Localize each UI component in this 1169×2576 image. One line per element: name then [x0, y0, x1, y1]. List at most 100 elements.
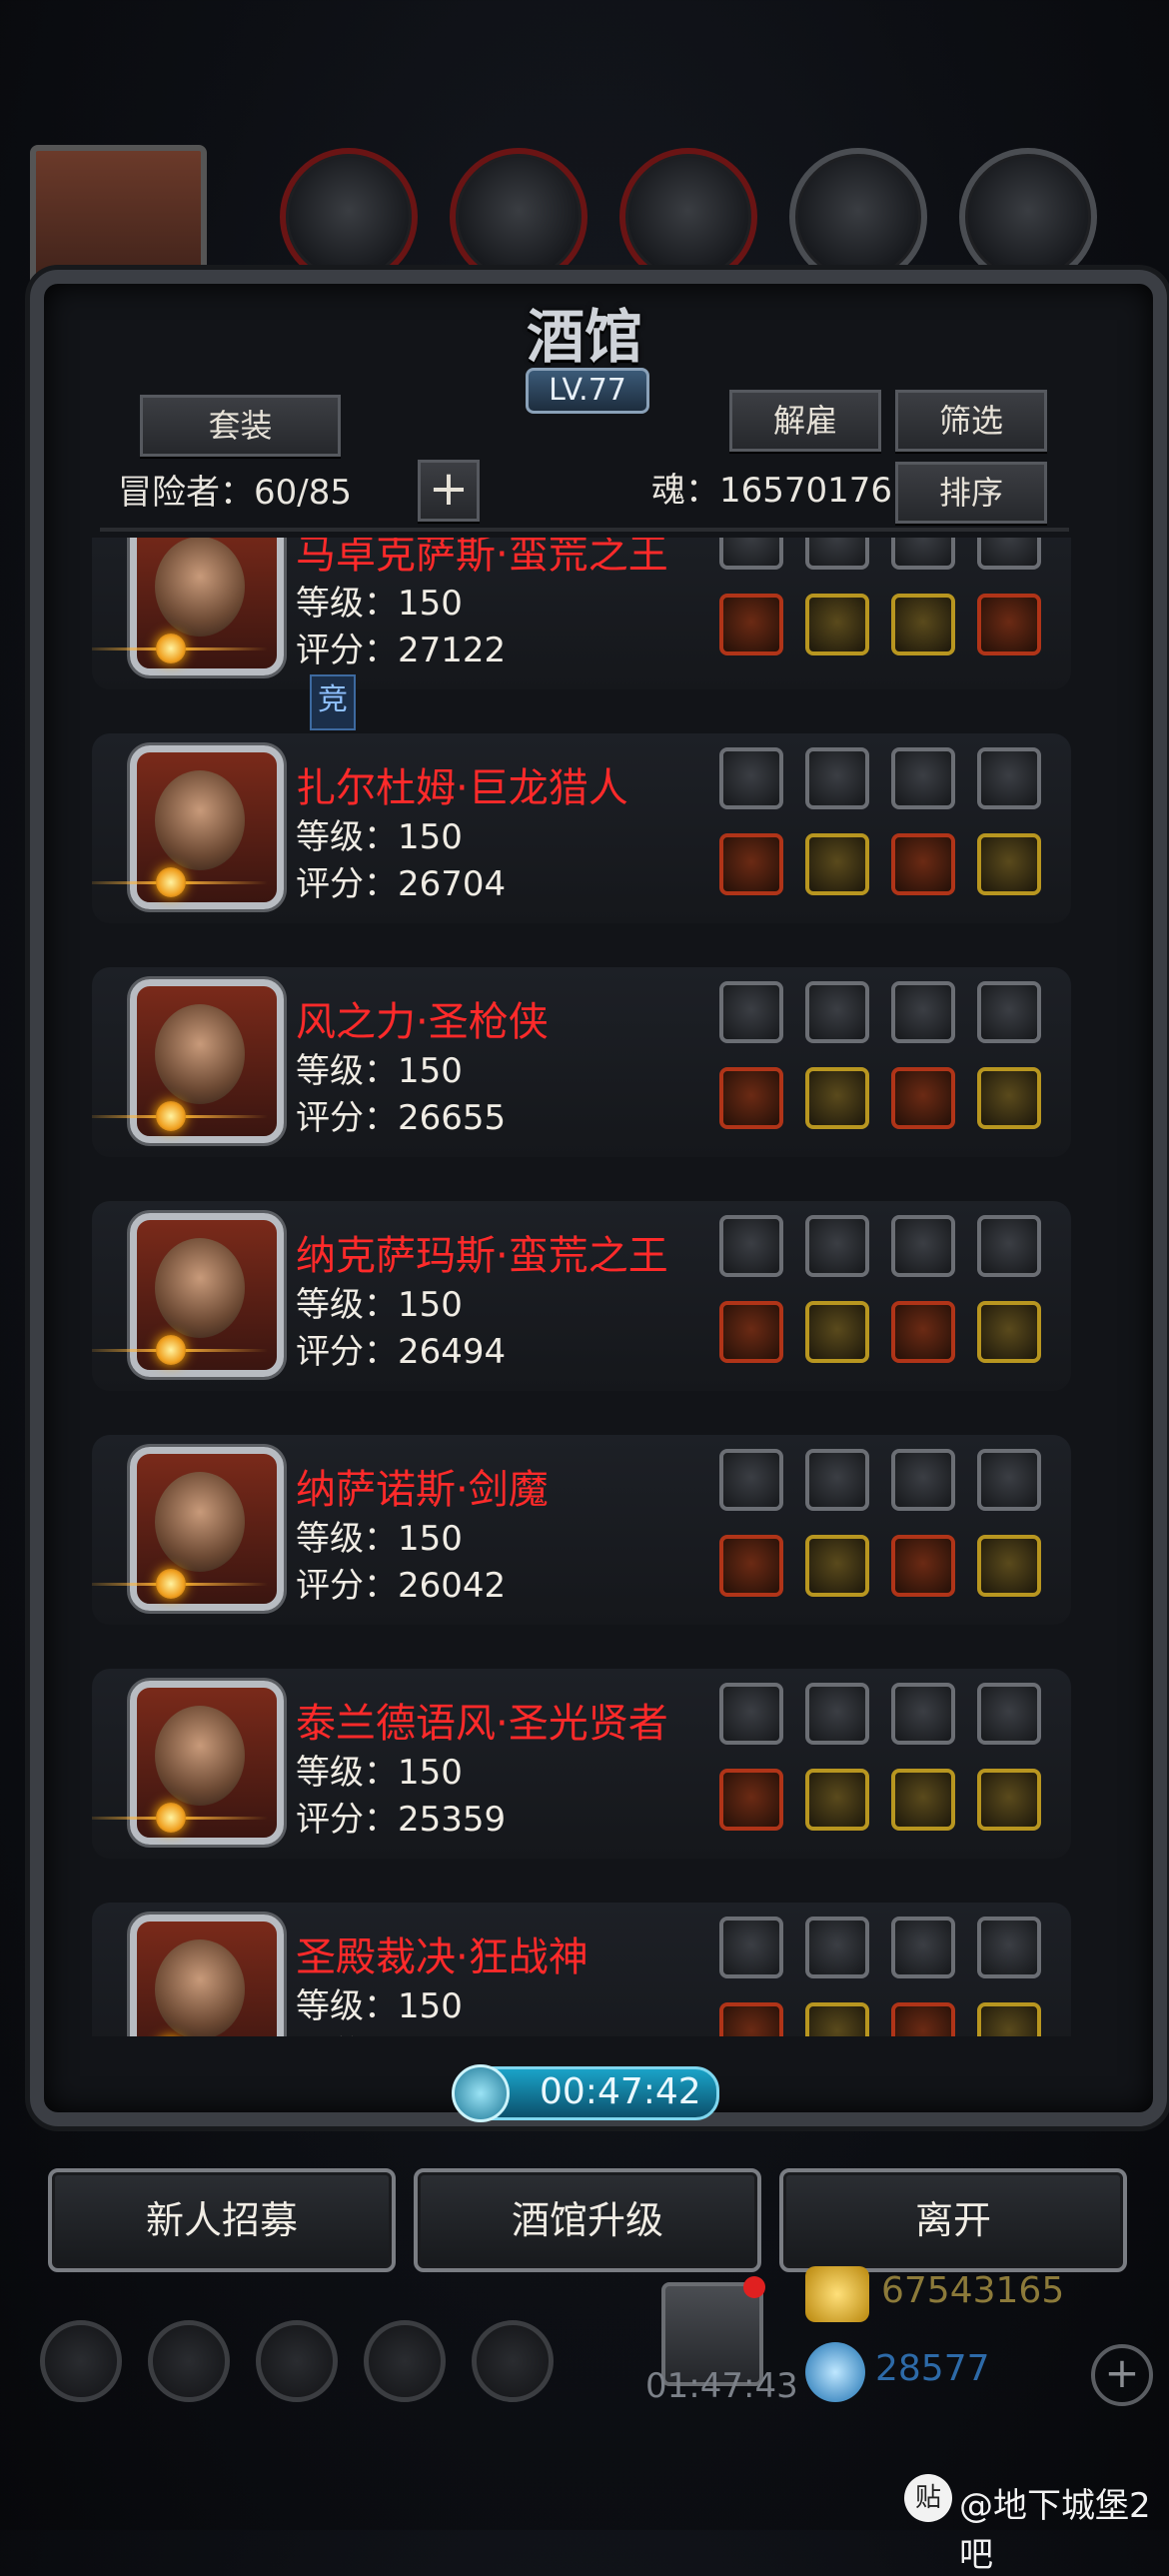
equipment-slot[interactable]	[805, 594, 869, 655]
equipment-slot[interactable]	[891, 1301, 955, 1363]
equipment-slot[interactable]	[891, 981, 955, 1043]
equipment-slot[interactable]	[977, 747, 1041, 809]
equipment-slot[interactable]	[805, 1683, 869, 1745]
skill-icon[interactable]	[959, 148, 1097, 286]
equipment-slot[interactable]	[891, 1917, 955, 1978]
equipment-slot[interactable]	[891, 1769, 955, 1831]
leave-button[interactable]: 离开	[779, 2168, 1127, 2272]
hero-level: 等级：150	[296, 817, 463, 857]
menu-icon[interactable]	[472, 2320, 554, 2402]
equipment-slot[interactable]	[977, 1683, 1041, 1745]
equipment-slot[interactable]	[977, 1301, 1041, 1363]
equipment-slot[interactable]	[805, 747, 869, 809]
equipment-slot[interactable]	[805, 1067, 869, 1129]
equipment-slot[interactable]	[805, 833, 869, 895]
adventurer-row[interactable]: 风之力·圣枪侠 等级：150 评分：26655	[92, 967, 1071, 1157]
equipment-slot[interactable]	[977, 1215, 1041, 1277]
hero-name: 纳克萨玛斯·蛮荒之王	[296, 1233, 668, 1279]
adventurer-row[interactable]: 马卓克萨斯·蛮荒之王 等级：150 评分：27122	[92, 538, 1071, 689]
equipment-slot[interactable]	[977, 538, 1041, 570]
equipment-slot[interactable]	[891, 1449, 955, 1511]
sort-button[interactable]: 排序	[895, 462, 1047, 524]
adventurer-list[interactable]: 马卓克萨斯·蛮荒之王 等级：150 评分：27122 扎尔杜姆·巨龙猎人 等级：…	[92, 538, 1071, 2036]
equipment-slot[interactable]	[891, 2002, 955, 2036]
recruit-button[interactable]: 新人招募	[48, 2168, 396, 2272]
equipment-slot[interactable]	[719, 833, 783, 895]
watermark-text: @地下城堡2吧	[959, 2486, 1151, 2575]
equipment-slot[interactable]	[891, 833, 955, 895]
equipment-slot[interactable]	[977, 1917, 1041, 1978]
rank-medal-icon	[92, 1569, 268, 1599]
equipment-slot[interactable]	[719, 1301, 783, 1363]
equipment-slot[interactable]	[719, 2002, 783, 2036]
equipment-slot[interactable]	[805, 2002, 869, 2036]
equipment-slot[interactable]	[719, 1769, 783, 1831]
adventurer-row[interactable]: 扎尔杜姆·巨龙猎人 等级：150 评分：26704	[92, 733, 1071, 923]
gem-amount: 28577	[875, 2348, 990, 2389]
equipment-slot[interactable]	[719, 1683, 783, 1745]
equipment-slot[interactable]	[805, 1917, 869, 1978]
hero-name: 圣殿裁决·狂战神	[296, 1934, 588, 1980]
hero-level: 等级：150	[296, 584, 463, 624]
equipment-slot[interactable]	[891, 1683, 955, 1745]
equipment-slot[interactable]	[891, 1215, 955, 1277]
upgrade-tavern-button[interactable]: 酒馆升级	[414, 2168, 761, 2272]
equipment-slot[interactable]	[719, 981, 783, 1043]
equipment-slot[interactable]	[891, 594, 955, 655]
rank-medal-icon	[92, 867, 268, 897]
equipment-slot[interactable]	[805, 1215, 869, 1277]
notification-dot	[743, 2276, 765, 2298]
gold-amount: 67543165	[881, 2270, 1065, 2311]
dismiss-button[interactable]: 解雇	[729, 390, 881, 452]
skill-icon[interactable]	[450, 148, 587, 286]
equipment-slot[interactable]	[891, 1535, 955, 1597]
equipment-slot[interactable]	[719, 1215, 783, 1277]
set-button[interactable]: 套装	[140, 395, 341, 457]
equipment-slot[interactable]	[977, 1769, 1041, 1831]
mail-icon[interactable]	[364, 2320, 446, 2402]
hero-portrait[interactable]	[130, 1915, 284, 2036]
settings-icon[interactable]	[40, 2320, 122, 2402]
equipment-slot[interactable]	[977, 981, 1041, 1043]
skill-icon[interactable]	[789, 148, 927, 286]
adventurer-row[interactable]: 纳萨诺斯·剑魔 等级：150 评分：26042	[92, 1435, 1071, 1625]
equipment-slot[interactable]	[719, 1917, 783, 1978]
equipment-slot[interactable]	[891, 1067, 955, 1129]
equipment-slot[interactable]	[977, 1535, 1041, 1597]
clock-icon	[452, 2064, 510, 2122]
equipment-slot[interactable]	[719, 538, 783, 570]
equipment-slot[interactable]	[891, 747, 955, 809]
equipment-slot[interactable]	[719, 1449, 783, 1511]
equipment-slot[interactable]	[719, 1535, 783, 1597]
equipment-slot[interactable]	[805, 1301, 869, 1363]
equipment-slot[interactable]	[977, 1449, 1041, 1511]
expand-capacity-button[interactable]: +	[418, 460, 480, 522]
filter-button[interactable]: 筛选	[895, 390, 1047, 452]
equipment-slot[interactable]	[805, 981, 869, 1043]
equipment-slot[interactable]	[977, 1067, 1041, 1129]
equipment-slot[interactable]	[719, 594, 783, 655]
skill-icon[interactable]	[619, 148, 757, 286]
adventurer-row[interactable]: 圣殿裁决·狂战神 等级：150 评分：25176	[92, 1903, 1071, 2036]
hero-score: 评分：26494	[296, 1332, 507, 1372]
equipment-slot[interactable]	[977, 2002, 1041, 2036]
menu-icon[interactable]	[148, 2320, 230, 2402]
equipment-slot[interactable]	[805, 538, 869, 570]
adventurer-row[interactable]: 纳克萨玛斯·蛮荒之王 等级：150 评分：26494	[92, 1201, 1071, 1391]
hero-score: 评分：25359	[296, 1800, 507, 1840]
equipment-slot[interactable]	[805, 1535, 869, 1597]
skill-icon[interactable]	[280, 148, 418, 286]
rank-medal-icon	[92, 634, 268, 663]
equipment-slot[interactable]	[977, 833, 1041, 895]
adventurer-row[interactable]: 泰兰德语风·圣光贤者 等级：150 评分：25359	[92, 1669, 1071, 1859]
add-currency-button[interactable]: +	[1091, 2344, 1153, 2406]
menu-icon[interactable]	[256, 2320, 338, 2402]
equipment-slot[interactable]	[719, 747, 783, 809]
equipment-slot[interactable]	[891, 538, 955, 570]
equipment-slot[interactable]	[977, 594, 1041, 655]
hero-score: 评分：25176	[296, 2025, 506, 2036]
equipment-slot[interactable]	[805, 1769, 869, 1831]
equipment-slot[interactable]	[805, 1449, 869, 1511]
equipment-slot[interactable]	[719, 1067, 783, 1129]
refresh-timer: 00:47:42	[540, 2071, 701, 2112]
